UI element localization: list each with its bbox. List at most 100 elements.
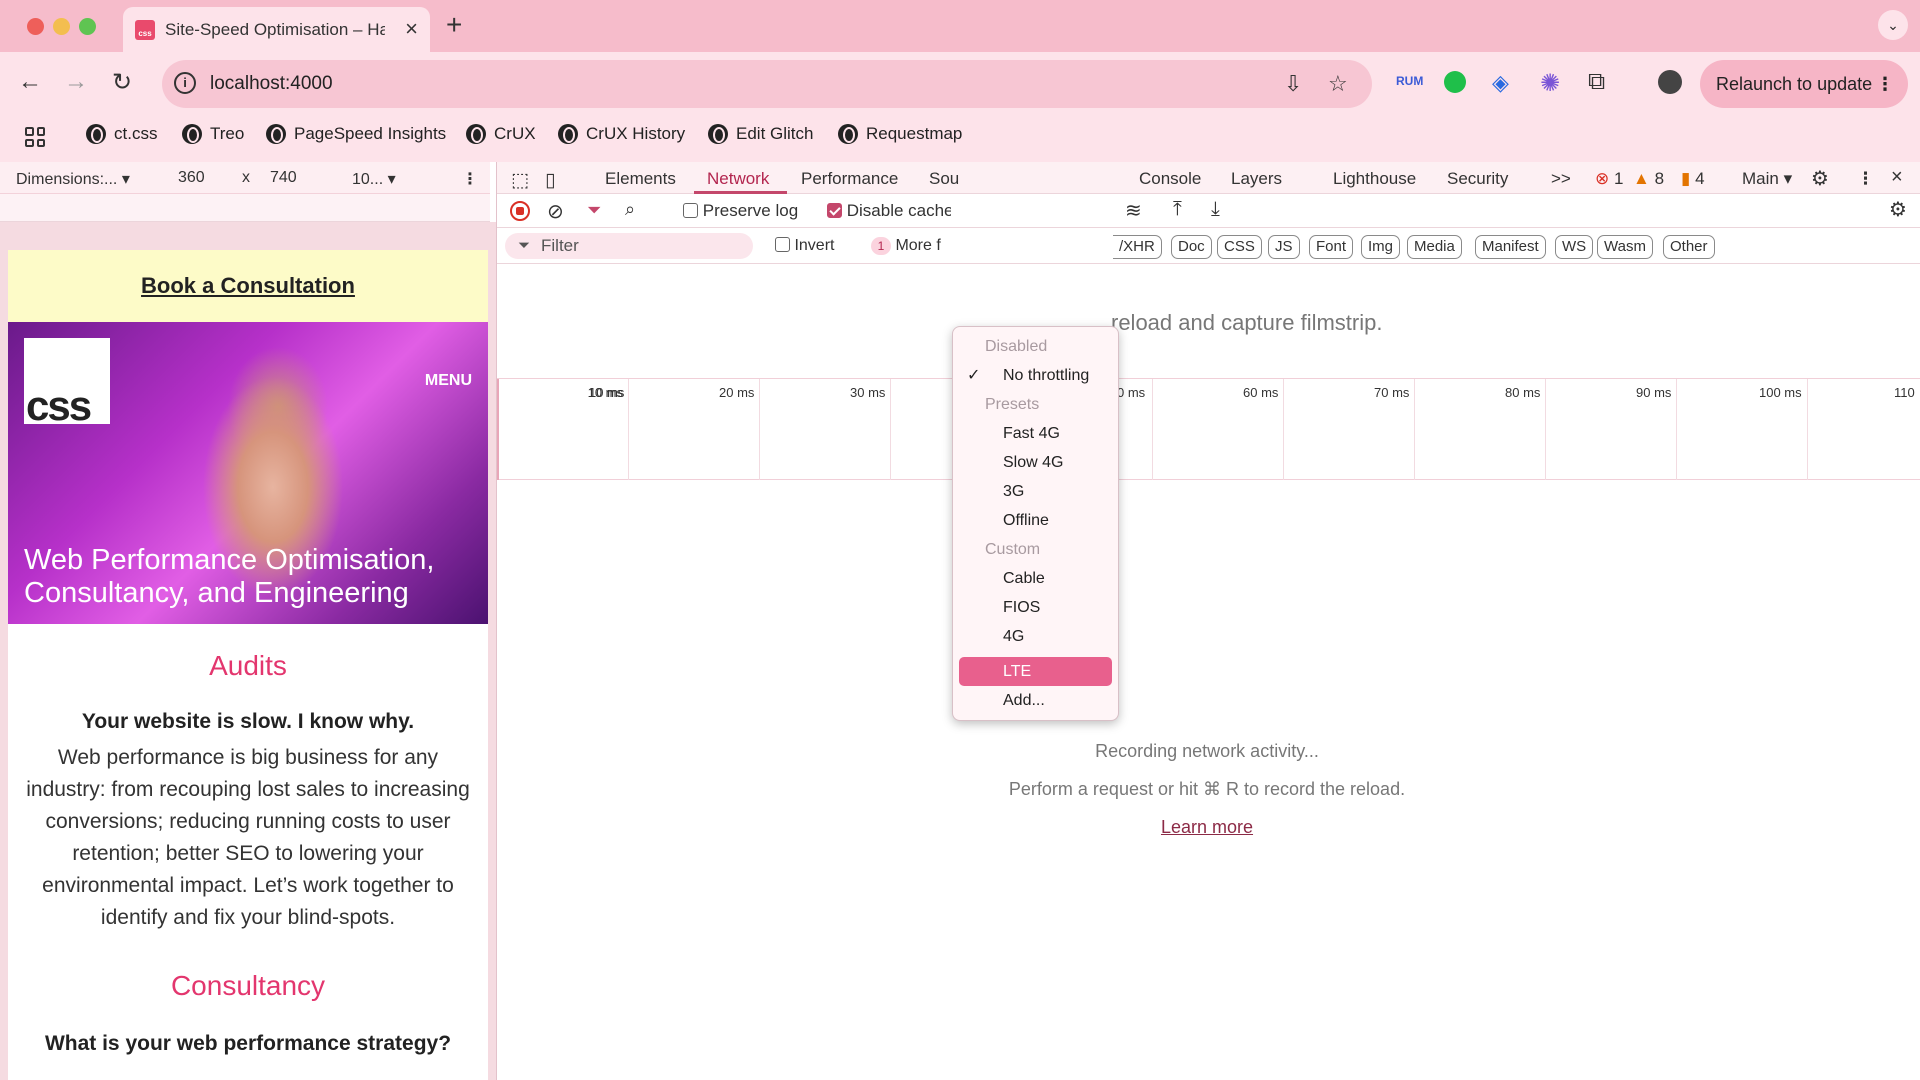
filter-js[interactable]: JS xyxy=(1268,235,1300,259)
zoom-dropdown[interactable]: 10... ▾ xyxy=(352,169,396,189)
tick-label-70: 70 ms xyxy=(1374,385,1410,400)
menu-item-slow-4g[interactable]: Slow 4G xyxy=(953,448,1118,477)
preserve-log-checkbox[interactable]: Preserve log xyxy=(683,201,798,221)
menu-item-offline[interactable]: Offline xyxy=(953,506,1118,535)
filter-xhr[interactable]: /XHR xyxy=(1113,235,1162,259)
devtools-tabs: ⬚ ▯ Elements Network Performance Sou Con… xyxy=(497,162,1920,194)
more-tabs-icon[interactable]: >> xyxy=(1551,169,1571,189)
close-tab-icon[interactable]: × xyxy=(405,16,418,42)
network-overview-timeline[interactable]: 10 ms 10 ms 20 ms 30 ms 0 ms 60 ms 70 ms… xyxy=(497,378,1920,480)
address-bar[interactable]: i localhost:4000 ⇩ ☆ xyxy=(162,60,1372,108)
menu-item-cable[interactable]: Cable xyxy=(953,564,1118,593)
warnings-badge[interactable]: ▲ 8 xyxy=(1633,169,1664,189)
filter-img[interactable]: Img xyxy=(1361,235,1401,259)
url-text[interactable]: localhost:4000 xyxy=(210,73,333,95)
menu-item-fios[interactable]: FIOS xyxy=(953,593,1118,622)
import-har-icon[interactable]: ⤒ xyxy=(1173,198,1182,221)
bookmark-star-icon[interactable]: ☆ xyxy=(1328,71,1348,97)
browser-tab[interactable]: css Site-Speed Optimisation – Ha × xyxy=(123,7,430,52)
disable-cache-checkbox[interactable]: Disable cache xyxy=(827,201,951,221)
menu-item-lte[interactable]: LTE xyxy=(959,657,1112,686)
menu-item-fast-4g[interactable]: Fast 4G xyxy=(953,419,1118,448)
gear-extension-icon[interactable]: ✺ xyxy=(1540,69,1560,98)
book-consultation-link[interactable]: Book a Consultation xyxy=(8,250,488,322)
new-tab-icon[interactable]: + xyxy=(446,9,462,41)
errors-badge[interactable]: ⊗ 1 xyxy=(1595,169,1623,189)
record-stop-icon[interactable] xyxy=(510,201,530,221)
menu-item-no-throttling[interactable]: ✓ No throttling xyxy=(953,361,1118,390)
bookmark-ct-css[interactable]: ct.css xyxy=(86,124,157,144)
bookmark-edit-glitch[interactable]: Edit Glitch xyxy=(708,124,813,144)
device-more-icon[interactable]: ⋮ xyxy=(462,169,478,189)
reload-icon[interactable]: ↻ xyxy=(112,68,132,97)
audits-lead: Your website is slow. I know why. xyxy=(81,710,415,733)
network-conditions-icon[interactable]: ≋ xyxy=(1125,198,1142,223)
filter-css[interactable]: CSS xyxy=(1217,235,1262,259)
install-app-icon[interactable]: ⇩ xyxy=(1284,71,1302,97)
tab-search-chevron-icon[interactable]: ⌄ xyxy=(1878,10,1908,40)
bookmark-pagespeed-insights[interactable]: PageSpeed Insights xyxy=(266,124,446,144)
tab-elements[interactable]: Elements xyxy=(605,169,676,189)
bookmark-crux[interactable]: CrUX xyxy=(466,124,536,144)
menu-button[interactable]: MENU xyxy=(425,372,472,390)
tab-security[interactable]: Security xyxy=(1447,169,1508,189)
menu-item-3g[interactable]: 3G xyxy=(953,477,1118,506)
device-height-input[interactable]: 740 xyxy=(270,169,297,187)
minimize-window-button[interactable] xyxy=(53,18,70,35)
filter-input[interactable]: ⏷ Filter xyxy=(505,233,753,259)
filter-ws[interactable]: WS xyxy=(1555,235,1594,259)
tab-network[interactable]: Network xyxy=(707,169,769,189)
tab-performance[interactable]: Performance xyxy=(801,169,898,189)
filter-other[interactable]: Other xyxy=(1663,235,1715,259)
menu-item-add[interactable]: Add... xyxy=(953,686,1118,715)
export-har-icon[interactable]: ⤓ xyxy=(1211,198,1220,221)
bookmark-requestmap[interactable]: Requestmap xyxy=(838,124,962,144)
filter-wasm[interactable]: Wasm xyxy=(1597,235,1653,259)
invert-checkbox[interactable]: Invert xyxy=(775,237,834,255)
apps-grid-icon[interactable] xyxy=(25,127,45,147)
tab-sources[interactable]: Sou xyxy=(929,169,959,189)
checkbox-unchecked[interactable] xyxy=(775,237,790,252)
issues-badge[interactable]: ▮ 4 xyxy=(1681,169,1705,189)
filter-funnel-icon[interactable]: ⏷ xyxy=(587,200,601,221)
inspect-element-icon[interactable]: ⬚ xyxy=(511,169,529,192)
device-width-input[interactable]: 360 xyxy=(178,169,205,187)
filter-font[interactable]: Font xyxy=(1309,235,1354,259)
profile-avatar[interactable] xyxy=(1658,70,1682,94)
network-settings-gear-icon[interactable]: ⚙ xyxy=(1889,197,1907,222)
tab-layers[interactable]: Layers xyxy=(1231,169,1282,189)
close-window-button[interactable] xyxy=(27,18,44,35)
device-toggle-icon[interactable]: ▯ xyxy=(545,169,555,192)
search-icon[interactable]: ⌕ xyxy=(625,199,635,220)
filter-doc[interactable]: Doc xyxy=(1171,235,1212,259)
learn-more-link[interactable]: Learn more xyxy=(1161,817,1253,837)
back-arrow-icon[interactable]: ← xyxy=(18,68,42,96)
filter-media[interactable]: Media xyxy=(1407,235,1462,259)
timeline-tick xyxy=(1414,379,1415,480)
filter-manifest[interactable]: Manifest xyxy=(1475,235,1546,259)
checkbox-unchecked[interactable] xyxy=(683,203,698,218)
tag-extension-icon[interactable]: ◈ xyxy=(1492,70,1509,96)
tab-console[interactable]: Console xyxy=(1139,169,1201,189)
css-logo[interactable]: css xyxy=(24,338,110,429)
checkbox-checked[interactable] xyxy=(827,203,842,218)
relaunch-button[interactable]: Relaunch to update ⋮ xyxy=(1700,60,1908,108)
rum-extension-icon[interactable]: RUM xyxy=(1396,74,1423,88)
bookmark-crux-history[interactable]: CrUX History xyxy=(558,124,685,144)
tab-lighthouse[interactable]: Lighthouse xyxy=(1333,169,1416,189)
tick-label-50: 0 ms xyxy=(1117,385,1146,400)
menu-item-4g[interactable]: 4G xyxy=(953,622,1118,651)
dimensions-dropdown[interactable]: Dimensions:... ▾ xyxy=(16,169,130,189)
bookmark-treo[interactable]: Treo xyxy=(182,124,244,144)
extensions-puzzle-icon[interactable]: ⧉ xyxy=(1588,68,1605,96)
close-devtools-icon[interactable]: × xyxy=(1891,166,1903,189)
site-info-icon[interactable]: i xyxy=(174,72,196,94)
forward-arrow-icon[interactable]: → xyxy=(64,68,88,96)
green-extension-icon[interactable] xyxy=(1444,71,1466,93)
clear-icon[interactable]: ⊘ xyxy=(547,199,564,224)
zoom-window-button[interactable] xyxy=(79,18,96,35)
context-dropdown[interactable]: Main ▾ xyxy=(1742,169,1792,189)
more-filters-dropdown[interactable]: 1 More f xyxy=(871,237,953,255)
devtools-more-icon[interactable]: ⋮ xyxy=(1857,169,1874,189)
settings-gear-icon[interactable]: ⚙ xyxy=(1811,166,1829,191)
